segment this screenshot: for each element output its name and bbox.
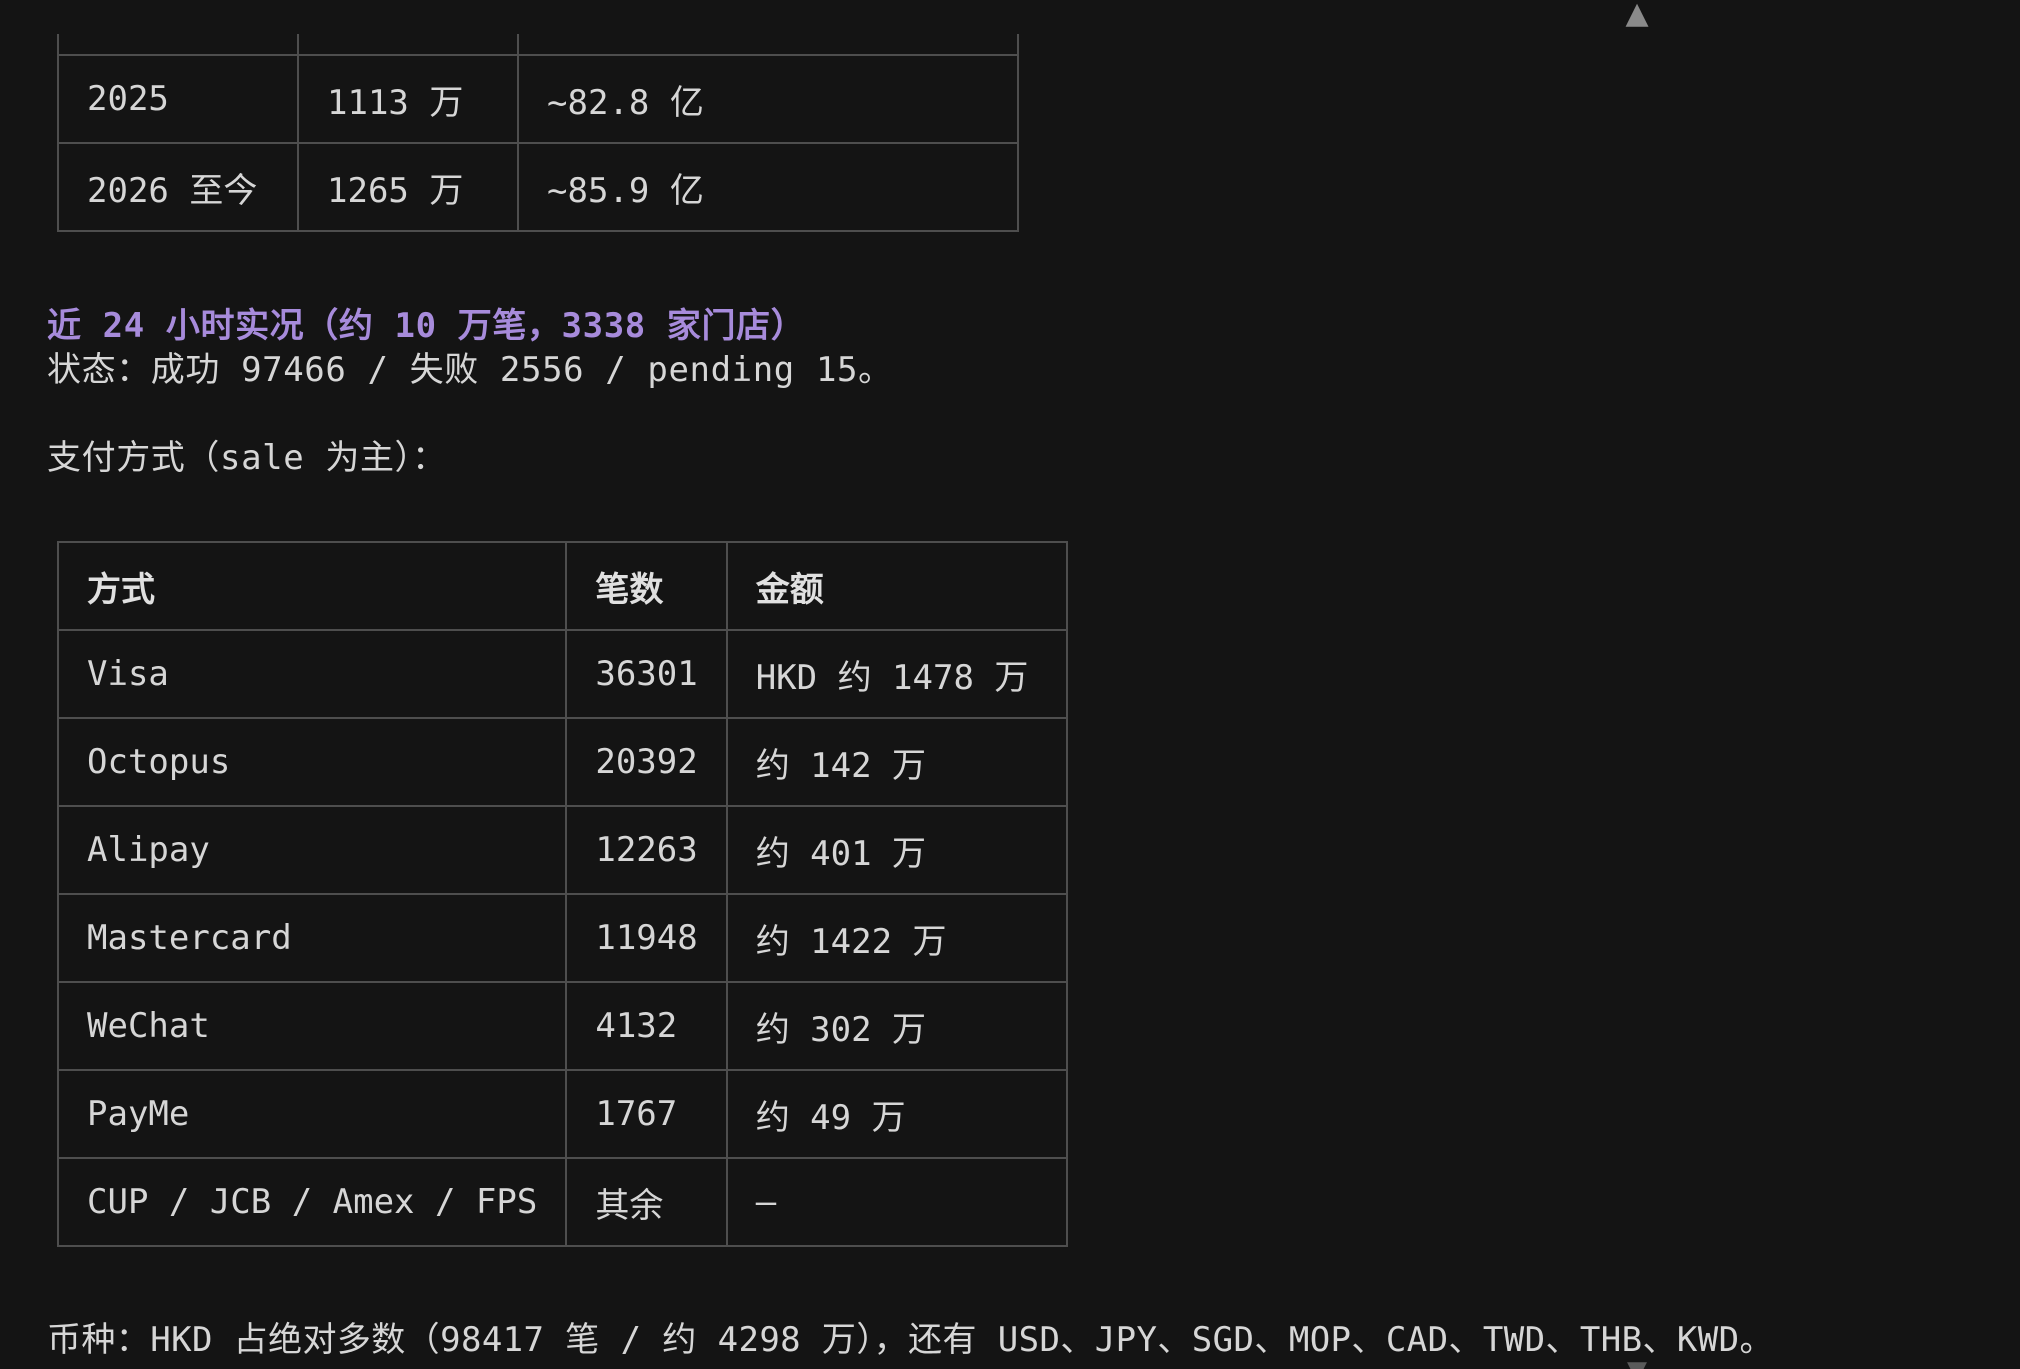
payment-methods-table: 方式 笔数 金额 Visa 36301 HKD 约 1478 万 Octopus… — [56, 541, 1068, 1247]
amount-cell: ~85.9 亿 — [517, 142, 1019, 232]
amount-cell: — — [725, 1157, 1068, 1247]
count-cell: 1113 万 — [297, 54, 519, 144]
method-cell: Visa — [56, 629, 568, 719]
header-amount: 金额 — [725, 541, 1068, 631]
table-row: PayMe 1767 约 49 万 — [56, 1069, 1068, 1159]
table-header-row: 方式 笔数 金额 — [56, 541, 1068, 631]
payment-methods-intro: 支付方式（sale 为主）： — [47, 438, 447, 478]
amount-cell: HKD 约 1478 万 — [725, 629, 1068, 719]
method-cell: WeChat — [56, 981, 568, 1071]
table-row: Mastercard 11948 约 1422 万 — [56, 893, 1068, 983]
method-cell: PayMe — [56, 1069, 568, 1159]
amount-cell: ~82.8 亿 — [517, 54, 1019, 144]
currency-summary: 币种：HKD 占绝对多数（98417 笔 / 约 4298 万），还有 USD、… — [47, 1320, 1774, 1360]
count-cell: 11948 — [565, 893, 728, 983]
table-row: Alipay 12263 约 401 万 — [56, 805, 1068, 895]
table-row: 2026 至今 1265 万 ~85.9 亿 — [57, 142, 1019, 232]
header-method: 方式 — [56, 541, 568, 631]
method-cell: Mastercard — [56, 893, 568, 983]
count-cell: 36301 — [565, 629, 728, 719]
method-cell: CUP / JCB / Amex / FPS — [56, 1157, 568, 1247]
table-row — [57, 34, 1019, 56]
count-cell: 12263 — [565, 805, 728, 895]
table-row: Octopus 20392 约 142 万 — [56, 717, 1068, 807]
count-cell: 1767 — [565, 1069, 728, 1159]
year-cell: 2026 至今 — [57, 142, 299, 232]
table-row: CUP / JCB / Amex / FPS 其余 — — [56, 1157, 1068, 1247]
count-cell: 其余 — [565, 1157, 728, 1247]
recent-24h-heading: 近 24 小时实况（约 10 万笔，3338 家门店） — [47, 306, 806, 346]
scroll-up-arrow-icon[interactable]: ▲ — [1623, 0, 1651, 29]
table-row: 2025 1113 万 ~82.8 亿 — [57, 54, 1019, 144]
status-summary: 状态：成功 97466 / 失败 2556 / pending 15。 — [47, 350, 893, 390]
header-count: 笔数 — [565, 541, 728, 631]
amount-cell: 约 142 万 — [725, 717, 1068, 807]
amount-cell: 约 401 万 — [725, 805, 1068, 895]
terminal-output: ▲ 2025 1113 万 ~82.8 亿 2026 至今 1265 万 ~85… — [0, 0, 2020, 1369]
table-row: WeChat 4132 约 302 万 — [56, 981, 1068, 1071]
yearly-summary-table: 2025 1113 万 ~82.8 亿 2026 至今 1265 万 ~85.9… — [57, 34, 1019, 232]
amount-cell: 约 302 万 — [725, 981, 1068, 1071]
method-cell: Octopus — [56, 717, 568, 807]
scroll-down-arrow-icon[interactable]: ▼ — [1623, 1358, 1651, 1369]
count-cell: 20392 — [565, 717, 728, 807]
year-cell: 2025 — [57, 54, 299, 144]
method-cell: Alipay — [56, 805, 568, 895]
amount-cell: 约 49 万 — [725, 1069, 1068, 1159]
count-cell: 4132 — [565, 981, 728, 1071]
table-row: Visa 36301 HKD 约 1478 万 — [56, 629, 1068, 719]
amount-cell: 约 1422 万 — [725, 893, 1068, 983]
count-cell: 1265 万 — [297, 142, 519, 232]
